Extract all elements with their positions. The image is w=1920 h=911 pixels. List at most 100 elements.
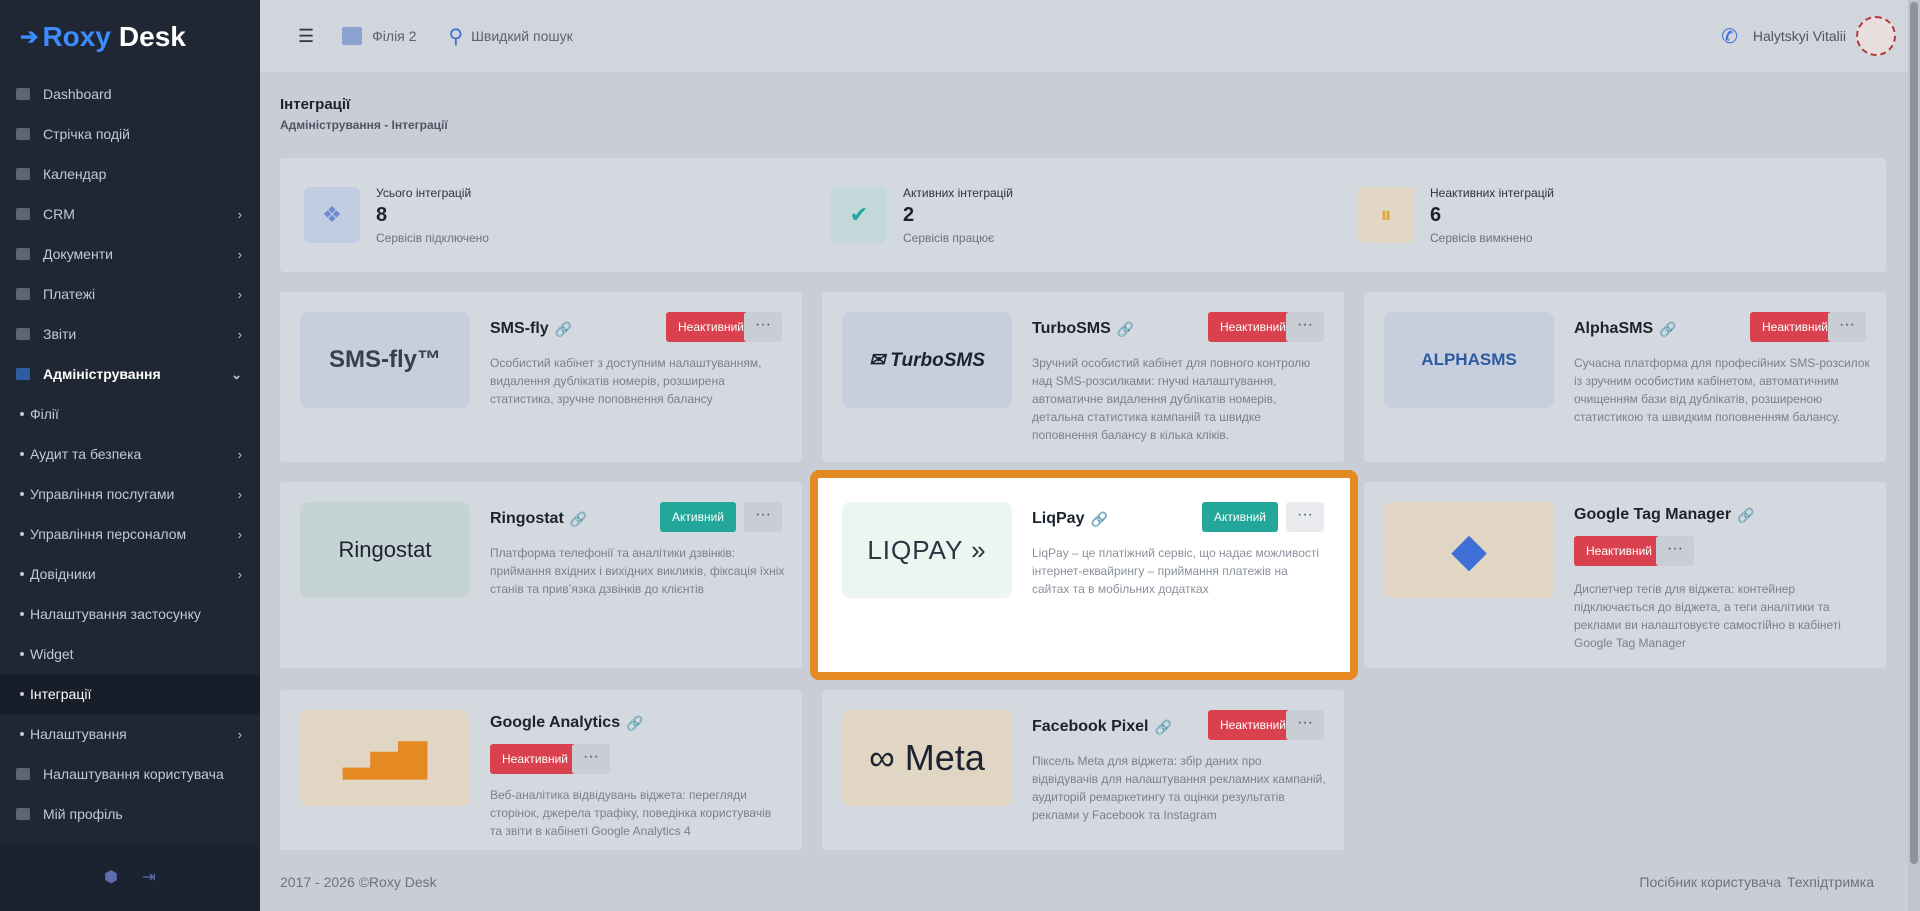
sidebar-item-profile[interactable]: Мій профіль — [0, 794, 260, 834]
sidebar-item-label: CRM — [43, 206, 75, 222]
sidebar-subitem-branches[interactable]: Філії — [0, 394, 260, 434]
sidebar-subitem-staff[interactable]: Управління персоналом › — [0, 514, 260, 554]
liqpay-logo: LIQPAY » — [842, 502, 1012, 598]
chevron-right-icon: › — [237, 527, 242, 542]
stat-value: 6 — [1430, 203, 1442, 226]
bullet-icon — [20, 452, 24, 456]
sidebar-item-crm[interactable]: CRM › — [0, 194, 260, 234]
sidebar-subitem-directories[interactable]: Довідники › — [0, 554, 260, 594]
integration-card-gtm: ◆ Google Tag Manager 🔗 Неактивний ··· Дис… — [1364, 482, 1886, 668]
link-icon: 🔗 — [554, 320, 573, 337]
more-button[interactable]: ··· — [1286, 312, 1324, 342]
sidebar-subitem-services[interactable]: Управління послугами › — [0, 474, 260, 514]
status-badge: Неактивний — [1208, 312, 1299, 342]
meta-logo: ∞ Meta — [842, 710, 1012, 806]
phone-icon[interactable]: ✆ — [1721, 24, 1738, 49]
sidebar-subitem-label: Налаштування — [30, 726, 127, 742]
chevron-right-icon: › — [237, 727, 242, 742]
sidebar-subitem-app-settings[interactable]: Налаштування застосунку — [0, 594, 260, 634]
avatar[interactable] — [1856, 16, 1896, 56]
sidebar-subitem-label: Налаштування застосунку — [30, 606, 201, 622]
integration-name-text: TurboSMS — [1032, 320, 1111, 337]
building-icon — [342, 27, 363, 45]
status-badge: Неактивний — [1750, 312, 1841, 342]
sidebar-subitem-label: Філії — [30, 406, 59, 422]
integration-name-text: Ringostat — [490, 510, 564, 527]
link-icon: 🔗 — [1116, 320, 1135, 337]
stat-inactive: ⏸ Неактивних інтеграцій 6 Сервісів вимкн… — [1358, 158, 1554, 272]
quick-search[interactable]: ⚲ Швидкий пошук — [448, 24, 572, 49]
more-button[interactable]: ··· — [744, 312, 782, 342]
stat-label: Активних інтеграцій — [903, 185, 1013, 200]
integration-description: Піксель Meta для віджета: збір даних про… — [1032, 754, 1326, 822]
sidebar-item-dashboard[interactable]: Dashboard — [0, 74, 260, 114]
footer-support-link[interactable]: Техпідтримка — [1787, 874, 1874, 890]
sidebar-item-user-settings[interactable]: Налаштування користувача — [0, 754, 260, 794]
sidebar-item-administration[interactable]: Адміністрування ⌄ — [0, 354, 260, 394]
integration-card-liqpay[interactable]: LIQPAY » LiqPay 🔗 Активний ··· LiqPay – ц… — [810, 470, 1358, 680]
sidebar-subitem-label: Довідники — [30, 566, 96, 582]
integration-card-smsfly: SMS-fly™ SMS-fly 🔗 Неактивний ··· Особист… — [280, 292, 802, 462]
link-icon: 🔗 — [1737, 506, 1755, 523]
integration-card-turbosms: ✉ TurboSMS TurboSMS 🔗 Неактивний ··· Зруч… — [822, 292, 1344, 462]
link-icon: 🔗 — [1154, 718, 1172, 735]
more-button[interactable]: ··· — [1828, 312, 1866, 342]
integration-name: Ringostat 🔗 — [490, 510, 587, 528]
bullet-icon — [20, 612, 24, 616]
chevron-down-icon: ⌄ — [231, 367, 242, 382]
logout-icon[interactable]: ⇥ — [141, 870, 157, 886]
branch-selector[interactable]: Філія 2 — [342, 27, 416, 45]
link-icon: 🔗 — [626, 714, 644, 731]
footer-copyright: 2017 - 2026 ©Roxy Desk — [280, 874, 437, 890]
stat-value: 2 — [903, 203, 915, 226]
more-button[interactable]: ··· — [572, 744, 610, 774]
sidebar-subitem-settings[interactable]: Налаштування › — [0, 714, 260, 754]
sidebar-subitem-widget[interactable]: Widget — [0, 634, 260, 674]
more-button[interactable]: ··· — [1286, 502, 1324, 532]
calendar-icon — [12, 167, 34, 181]
scrollbar-thumb[interactable] — [1910, 2, 1918, 864]
sidebar-subitem-label: Widget — [30, 646, 74, 662]
more-button[interactable]: ··· — [744, 502, 782, 532]
integration-name: Google Tag Manager 🔗 — [1574, 506, 1755, 524]
hexagon-icon[interactable]: ⬢ — [103, 870, 119, 886]
sidebar-subitem-label: Аудит та безпека — [30, 446, 142, 462]
check-circle-icon: ✔ — [831, 187, 887, 243]
stats-panel: ❖ Усього інтеграцій 8 Сервісів підключен… — [280, 158, 1886, 272]
sidebar-item-documents[interactable]: Документи › — [0, 234, 260, 274]
chevron-right-icon: › — [237, 327, 242, 342]
sidebar-item-payments[interactable]: Платежі › — [0, 274, 260, 314]
sidebar-subitem-audit[interactable]: Аудит та безпека › — [0, 434, 260, 474]
sidebar-item-label: Налаштування користувача — [43, 766, 224, 782]
bullet-icon — [20, 572, 24, 576]
sidebar-item-reports[interactable]: Звіти › — [0, 314, 260, 354]
bullet-icon — [20, 652, 24, 656]
ga-logo: ▂▅▇ — [300, 710, 470, 806]
stat-value: 8 — [376, 203, 388, 226]
more-button[interactable]: ··· — [1656, 536, 1694, 566]
page-scrollbar[interactable] — [1908, 0, 1920, 911]
brand-logo[interactable]: ➔ Roxy Desk — [0, 0, 260, 74]
user-name[interactable]: Halytskyi Vitalii — [1753, 28, 1846, 44]
integration-card-alphasms: ALPHASMS AlphaSMS 🔗 Неактивний ··· Сучасн… — [1364, 292, 1886, 462]
brand-desk: Desk — [118, 21, 186, 52]
sidebar-item-calendar[interactable]: Календар — [0, 154, 260, 194]
integration-name-text: Google Tag Manager — [1574, 506, 1732, 523]
brand-roxy: Roxy — [42, 21, 111, 52]
integration-description: LiqPay – це платіжний сервіс, що надає м… — [1032, 546, 1320, 596]
integration-name-text: LiqPay — [1032, 510, 1085, 527]
brand-arrow-icon: ➔ — [20, 24, 39, 49]
status-badge: Активний — [1202, 502, 1278, 532]
more-button[interactable]: ··· — [1286, 710, 1324, 740]
payment-icon — [12, 287, 34, 301]
integration-description: Особистий кабінет з доступним налаштуван… — [490, 356, 762, 406]
document-icon — [12, 247, 34, 261]
integration-description: Зручний особистий кабінет для повного ко… — [1032, 356, 1311, 442]
search-placeholder: Швидкий пошук — [471, 28, 573, 44]
sidebar-item-events[interactable]: Стрічка подій — [0, 114, 260, 154]
menu-toggle-icon[interactable]: ☰ — [298, 26, 314, 47]
gtm-logo: ◆ — [1384, 502, 1554, 598]
footer-guide-link[interactable]: Посібник користувача — [1639, 874, 1781, 890]
sidebar-subitem-integrations[interactable]: Інтеграції — [0, 674, 260, 714]
integration-card-ga: ▂▅▇ Google Analytics 🔗 Неактивний ··· Веб… — [280, 690, 802, 850]
